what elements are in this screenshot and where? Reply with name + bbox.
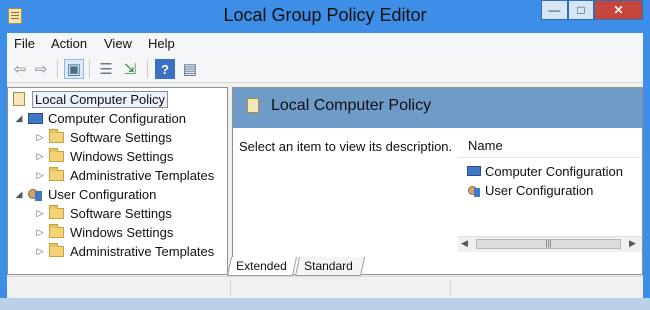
tree-item-label: Computer Configuration	[48, 110, 187, 126]
menu-view[interactable]: View	[104, 36, 132, 51]
collapse-arrow-icon[interactable]: ◢	[14, 113, 24, 124]
close-button[interactable]: ✕	[594, 0, 643, 20]
menu-file[interactable]: File	[14, 36, 35, 51]
show-hide-action-pane-icon[interactable]: ▤	[180, 59, 200, 79]
computer-icon	[27, 111, 43, 125]
tab-standard[interactable]: Standard	[294, 257, 366, 276]
tree-item-label: Windows Settings	[70, 224, 174, 240]
folder-icon	[49, 147, 64, 162]
toolbar-separator	[147, 60, 148, 78]
list-item-label: User Configuration	[485, 182, 594, 198]
users-icon	[27, 187, 43, 201]
items-list[interactable]: Name Computer Configuration User Configu…	[454, 130, 642, 252]
title-bar[interactable]: Local Group Policy Editor — □ ✕	[0, 0, 650, 33]
details-header: Local Computer Policy	[233, 88, 642, 128]
toolbar: ⇦ ⇨ ▣ ☰ ⇲ ? ▤	[7, 55, 643, 83]
help-icon[interactable]: ?	[155, 59, 175, 79]
policy-document-icon	[247, 98, 259, 113]
tree-item-computer-configuration[interactable]: ◢ Computer Configuration	[14, 109, 187, 127]
folder-icon	[49, 242, 64, 257]
folder-icon	[49, 223, 64, 238]
back-arrow-icon[interactable]: ⇦	[10, 59, 30, 79]
list-item-label: Computer Configuration	[485, 163, 624, 179]
users-icon	[466, 183, 482, 197]
scrollbar-thumb[interactable]: |||	[476, 239, 621, 249]
properties-icon[interactable]: ☰	[96, 59, 116, 79]
scroll-left-arrow-icon[interactable]: ◀	[461, 238, 468, 249]
collapse-arrow-icon[interactable]: ◢	[14, 189, 24, 200]
console-tree[interactable]: Local Computer Policy ◢ Computer Configu…	[7, 87, 228, 275]
maximize-button[interactable]: □	[568, 0, 594, 20]
horizontal-scrollbar[interactable]: ◀ ||| ▶	[458, 236, 642, 252]
tree-item-label: Administrative Templates	[70, 243, 215, 259]
folder-icon	[49, 166, 64, 181]
tree-item-user-windows-settings[interactable]: ▷ Windows Settings	[35, 223, 173, 241]
tree-item-label: Windows Settings	[70, 148, 174, 164]
status-bar	[7, 276, 643, 299]
menu-help[interactable]: Help	[148, 36, 175, 51]
expand-arrow-icon[interactable]: ▷	[35, 132, 45, 143]
tab-standard-label: Standard	[304, 259, 353, 273]
folder-icon	[49, 204, 64, 219]
tree-item-label: Software Settings	[70, 129, 172, 145]
computer-icon	[466, 164, 482, 178]
scroll-right-arrow-icon[interactable]: ▶	[629, 238, 636, 249]
expand-arrow-icon[interactable]: ▷	[35, 170, 45, 181]
menu-bar: File Action View Help	[7, 33, 643, 55]
show-hide-console-tree-icon[interactable]: ▣	[64, 59, 84, 79]
tree-item-user-software-settings[interactable]: ▷ Software Settings	[35, 204, 172, 222]
tree-item-user-configuration[interactable]: ◢ User Configuration	[14, 185, 157, 203]
column-header-name[interactable]: Name	[458, 135, 642, 158]
list-item-user-configuration[interactable]: User Configuration	[466, 181, 593, 199]
tree-item-label: Software Settings	[70, 205, 172, 221]
description-text: Select an item to view its description.	[239, 139, 453, 154]
folder-icon	[49, 128, 64, 143]
status-bar-divider	[450, 280, 451, 295]
column-header-label: Name	[468, 138, 503, 153]
details-pane: Local Computer Policy Select an item to …	[232, 87, 643, 275]
menu-action[interactable]: Action	[51, 36, 87, 51]
main-window: Local Group Policy Editor — □ ✕ File Act…	[0, 0, 650, 310]
toolbar-separator	[89, 60, 90, 78]
tab-extended-label: Extended	[236, 259, 287, 273]
tree-item-label: Administrative Templates	[70, 167, 215, 183]
forward-arrow-icon[interactable]: ⇨	[31, 59, 51, 79]
minimize-button[interactable]: —	[541, 0, 568, 20]
tree-item-local-computer-policy[interactable]: Local Computer Policy	[11, 90, 169, 108]
tree-item-software-settings[interactable]: ▷ Software Settings	[35, 128, 172, 146]
tree-item-user-administrative-templates[interactable]: ▷ Administrative Templates	[35, 242, 214, 260]
client-area: Local Computer Policy ◢ Computer Configu…	[7, 83, 643, 276]
details-header-title: Local Computer Policy	[271, 97, 432, 114]
expand-arrow-icon[interactable]: ▷	[35, 208, 45, 219]
tree-item-windows-settings[interactable]: ▷ Windows Settings	[35, 147, 173, 165]
expand-arrow-icon[interactable]: ▷	[35, 246, 45, 257]
tree-item-label: Local Computer Policy	[32, 90, 169, 108]
tree-item-administrative-templates[interactable]: ▷ Administrative Templates	[35, 166, 214, 184]
policy-document-icon	[11, 92, 27, 106]
expand-arrow-icon[interactable]: ▷	[35, 151, 45, 162]
export-list-icon[interactable]: ⇲	[120, 59, 140, 79]
desktop-strip	[0, 298, 650, 310]
list-item-computer-configuration[interactable]: Computer Configuration	[466, 162, 623, 180]
tab-extended[interactable]: Extended	[226, 257, 298, 276]
tree-item-label: User Configuration	[48, 186, 157, 202]
status-bar-divider	[230, 280, 231, 295]
toolbar-separator	[57, 60, 58, 78]
expand-arrow-icon[interactable]: ▷	[35, 227, 45, 238]
